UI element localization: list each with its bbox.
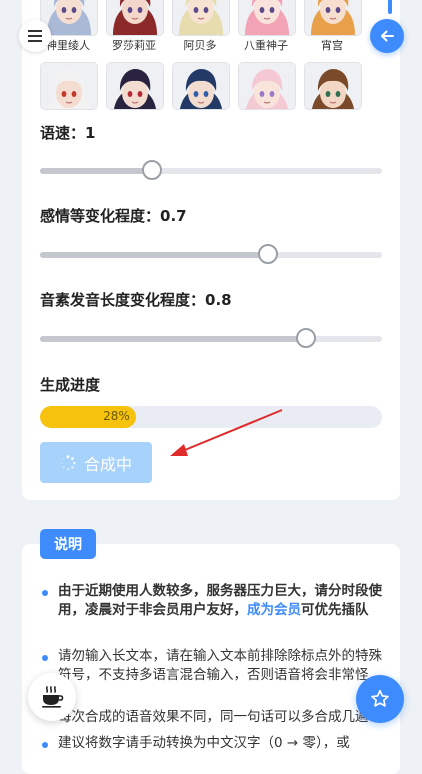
menu-button[interactable] [19,20,51,52]
generate-button-label: 合成中 [83,454,132,474]
character-portrait [239,63,295,109]
character-avatar[interactable] [106,62,164,110]
character-name: 罗莎莉亚 [112,39,156,52]
note-variation: 每次合成的语音效果不同，同一句话可以多合成几遍 [58,709,369,725]
bullet-dot [42,590,48,596]
character-avatar[interactable] [304,0,362,36]
speed-label: 语速：1 [40,124,96,142]
progress-label: 生成进度 [40,376,101,394]
character-avatar[interactable] [172,0,230,36]
menu-icon [28,30,42,42]
scrollbar[interactable] [388,0,392,14]
coffee-icon [42,686,64,708]
info-tag: 说明 [40,529,96,559]
speed-slider-fill [40,168,153,174]
become-member-link[interactable]: 成为会员 [247,602,301,618]
character-portrait [41,63,97,109]
speed-slider[interactable] [40,160,382,180]
character-avatar[interactable] [238,0,296,36]
phoneme-slider[interactable] [40,328,382,348]
character-avatar[interactable] [40,62,98,110]
character-portrait [107,0,163,35]
emotion-slider-thumb[interactable] [258,244,279,264]
bullet-dot [42,655,48,661]
phoneme-label: 音素发音长度变化程度：0.8 [40,291,232,309]
character-avatar[interactable] [304,62,362,110]
star-icon [371,689,389,707]
character-avatar[interactable] [238,62,296,110]
emotion-slider-fill [40,252,270,258]
bullet-dot [42,742,48,748]
character-portrait [173,0,229,35]
progress-percent: 28% [103,409,130,423]
character-portrait [173,63,229,109]
note-server-load-tail: 可优先插队 [301,602,369,618]
character-portrait [305,0,361,35]
character-avatar[interactable] [172,62,230,110]
arrow-left-icon [381,30,394,42]
spinner-icon [60,454,76,470]
emotion-slider[interactable] [40,244,382,264]
speed-slider-thumb[interactable] [141,160,162,180]
phoneme-slider-thumb[interactable] [295,328,316,348]
character-avatar[interactable] [106,0,164,36]
note-long-text: 请勿输入长文本，请在输入文本前排除除标点外的特殊符号，不支持多语言混合输入，否则… [58,648,382,683]
character-portrait [305,63,361,109]
progress-bar: 28% [40,406,382,428]
character-name: 阿贝多 [183,39,217,52]
character-portrait [107,63,163,109]
note-server-load: 由于近期使用人数较多，服务器压力巨大，请分时段使用，凌晨对于非会员用户友好，成为… [58,582,388,620]
progress-bar-fill: 28% [40,406,136,428]
generate-button[interactable]: 合成中 [40,442,152,483]
coffee-button[interactable] [28,673,76,721]
character-name: 八重神子 [244,39,288,52]
character-portrait [239,0,295,35]
note-numbers: 建议将数字请手动转换为中文汉字（0 → 零），或 [58,735,350,751]
back-button[interactable] [370,19,404,53]
favorite-button[interactable] [356,675,404,723]
phoneme-slider-fill [40,336,307,342]
character-name: 宵宫 [321,39,343,52]
emotion-label: 感情等变化程度：0.7 [40,207,187,225]
